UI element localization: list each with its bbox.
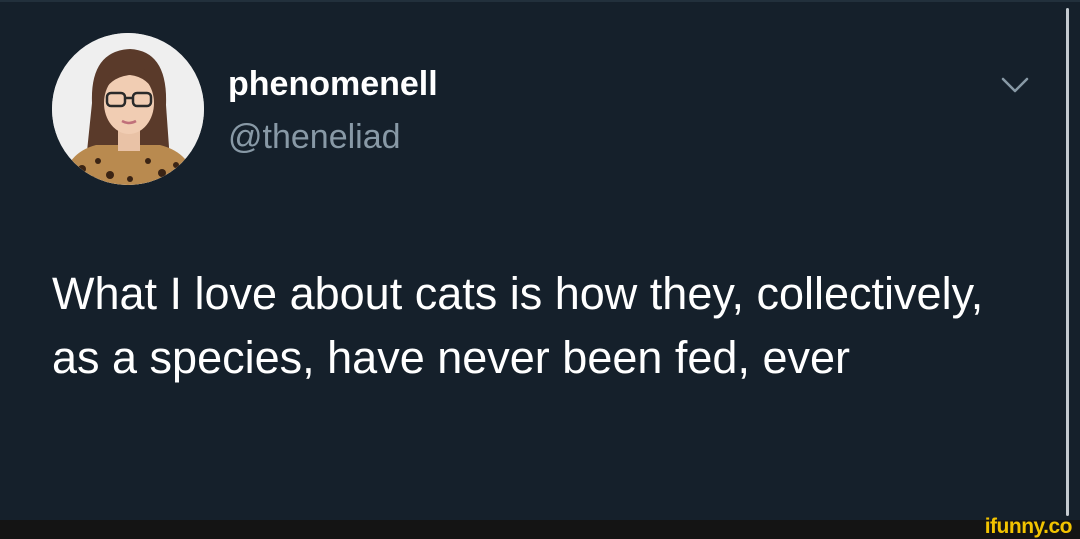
chevron-down-icon[interactable] [998,72,1032,98]
user-handle[interactable]: @theneliad [228,117,401,157]
tweet-text: What I love about cats is how they, coll… [52,268,984,383]
ifunny-watermark: ifunny.co [984,515,1073,538]
display-name[interactable]: phenomenell [228,64,438,104]
scrollbar[interactable] [1066,8,1069,516]
tweet-screenshot: phenomenell @theneliad What I love about… [0,0,1080,539]
avatar[interactable] [52,33,204,185]
avatar-photo [52,33,204,185]
watermark-bar [0,520,1080,539]
top-divider [0,0,1080,2]
